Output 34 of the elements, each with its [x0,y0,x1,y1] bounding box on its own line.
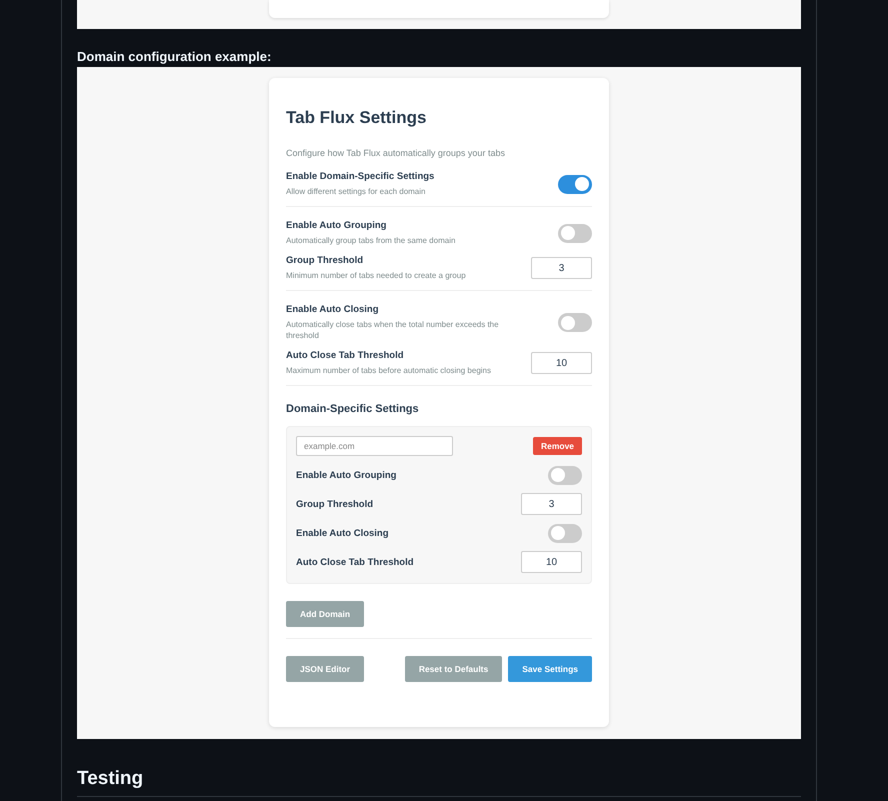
add-domain-button[interactable]: Add Domain [286,601,364,627]
number-field[interactable]: 10 [531,352,592,374]
caption: Domain configuration example: [77,48,272,66]
number-field[interactable]: 3 [531,257,592,279]
setting-hint: Automatically group tabs from the same domain [286,235,456,246]
setting-label: Auto Close Tab Threshold [286,350,405,361]
action-button[interactable]: Reset to Defaults [404,656,502,682]
number-field[interactable]: 10 [521,551,582,573]
domain-input-field[interactable]: example.com [296,436,453,456]
remove-button[interactable]: Remove [533,437,582,455]
setting-label: Enable Auto Closing [286,304,380,315]
setting-label: Auto Close Tab Threshold [296,556,414,568]
toggle-switch[interactable] [558,174,592,194]
setting-label: Group Threshold [296,498,374,510]
setting-label: Enable Auto Closing [296,528,389,538]
number-field[interactable]: 3 [521,493,582,515]
settings-description: Configure how Tab Flux automatically groups your tabs [286,148,506,158]
setting-hint: Allow different settings for each domain [286,186,426,197]
settings-title: Tab Flux Settings [286,108,428,128]
toggle-switch[interactable] [558,224,592,242]
setting-hint: Automatically close tabs when the total number exceeds the threshold [286,319,500,341]
section-heading: Testing [77,739,801,797]
action-button[interactable]: Save Settings [508,656,592,682]
toggle-switch[interactable] [548,466,582,484]
section-heading: Domain-Specific Settings [286,403,420,415]
action-button[interactable]: JSON Editor [286,656,364,682]
setting-label: Enable Auto Grouping [296,470,396,480]
toggle-switch[interactable] [548,524,582,542]
setting-label: Group Threshold [286,255,364,266]
toggle-switch[interactable] [558,313,592,332]
setting-label: Enable Domain-Specific Settings [286,171,434,182]
setting-label: Enable Auto Grouping [286,220,388,231]
setting-hint: Minimum number of tabs needed to create a group [286,270,466,281]
setting-hint: Maximum number of tabs before automatic closing begins [286,365,491,376]
